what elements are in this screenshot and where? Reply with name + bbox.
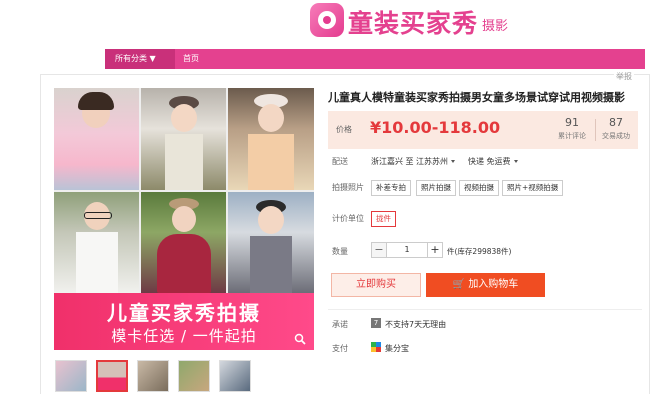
report-link[interactable]: 举报 [614, 71, 634, 82]
shop-logo-subtitle: 摄影 [482, 19, 509, 34]
price-box: 价格 ¥10.00-118.00 91 累计评论 87 交易成功 [328, 111, 638, 149]
stat-reviews[interactable]: 91 累计评论 [552, 116, 592, 141]
shipping-method: 快递 免运费 [468, 157, 511, 166]
thumbnail-4[interactable] [178, 360, 210, 392]
banner-tagline: 模卡任选 / 一件起拍 [111, 327, 257, 345]
delivery-destination: 江苏苏州 [416, 157, 448, 166]
photo-girl-beret [141, 88, 226, 190]
photo-girl-pink-coat [54, 88, 139, 190]
quantity-input[interactable]: 1 [387, 242, 427, 258]
stock-info: 件(库存299838件) [447, 247, 512, 256]
banner-headline: 儿童买家秀拍摄 [107, 301, 261, 325]
product-title: 儿童真人模特童装买家秀拍摄男女童多场景试穿试用视频摄影 [328, 91, 625, 104]
thumbnail-2[interactable] [96, 360, 128, 392]
buy-now-button[interactable]: 立即购买 [331, 273, 421, 297]
quantity-decrease-button[interactable]: − [371, 242, 387, 258]
photo-girl-vest [228, 192, 314, 293]
chevron-down-icon: ▼ [149, 54, 156, 63]
logo-icon[interactable] [310, 3, 344, 37]
stat-reviews-count: 91 [565, 116, 579, 129]
caret-down-icon [513, 160, 518, 163]
payment-label: 支付 [332, 344, 348, 353]
photo-girl-yellow [228, 88, 314, 190]
cart-icon: 🛒 [452, 279, 466, 290]
stat-transactions-count: 87 [609, 116, 623, 129]
option-video[interactable]: 视频拍摄 [459, 180, 499, 196]
stat-transactions-label: 交易成功 [602, 132, 630, 140]
shoot-options-label: 拍摄照片 [332, 183, 364, 192]
top-nav-bar: 所有分类 ▼ 首页 [105, 49, 645, 69]
delivery-origin: 浙江嘉兴 至 [371, 157, 414, 166]
divider [328, 309, 642, 310]
promise-label: 承诺 [332, 320, 348, 329]
jifenbao-icon [371, 342, 381, 352]
thumbnail-3[interactable] [137, 360, 169, 392]
main-product-image[interactable]: 儿童买家秀拍摄 模卡任选 / 一件起拍 [54, 88, 314, 350]
quantity-increase-button[interactable]: + [427, 242, 443, 258]
thumbnail-5[interactable] [219, 360, 251, 392]
promise-text: 不支持7天无理由 [385, 320, 447, 329]
option-supplement[interactable]: 补差专拍 [371, 180, 411, 196]
thumbnail-1[interactable] [55, 360, 87, 392]
nav-home-link[interactable]: 首页 [183, 49, 199, 69]
all-categories-label: 所有分类 [115, 54, 147, 63]
quantity-label: 数量 [332, 247, 348, 256]
option-photo[interactable]: 照片拍摄 [416, 180, 456, 196]
delivery-label: 配送 [332, 157, 348, 166]
option-photo-video[interactable]: 照片+视频拍摄 [502, 180, 564, 196]
price-value: ¥10.00-118.00 [370, 118, 501, 137]
unit-label: 计价单位 [332, 214, 364, 223]
unit-option[interactable]: 拢件 [371, 211, 396, 227]
promo-banner: 儿童买家秀拍摄 模卡任选 / 一件起拍 [54, 293, 314, 350]
payment-method: 集分宝 [385, 344, 409, 353]
zoom-icon[interactable] [294, 333, 306, 345]
photo-girl-red-dress [141, 192, 226, 293]
all-categories-menu[interactable]: 所有分类 ▼ [105, 49, 175, 69]
price-label: 价格 [336, 125, 352, 134]
caret-down-icon [451, 160, 455, 163]
add-to-cart-button[interactable]: 🛒 加入购物车 [426, 273, 545, 297]
stat-transactions[interactable]: 87 交易成功 [596, 116, 636, 141]
delivery-destination-select[interactable]: 江苏苏州 [416, 156, 455, 167]
shop-logo-title[interactable]: 童装买家秀 [348, 4, 478, 40]
seven-day-badge-icon: 7 [371, 318, 381, 328]
stat-reviews-label: 累计评论 [558, 132, 586, 140]
add-to-cart-label: 加入购物车 [468, 279, 519, 290]
shipping-select[interactable]: 快递 免运费 [468, 156, 518, 167]
photo-boy-glasses [54, 192, 139, 293]
